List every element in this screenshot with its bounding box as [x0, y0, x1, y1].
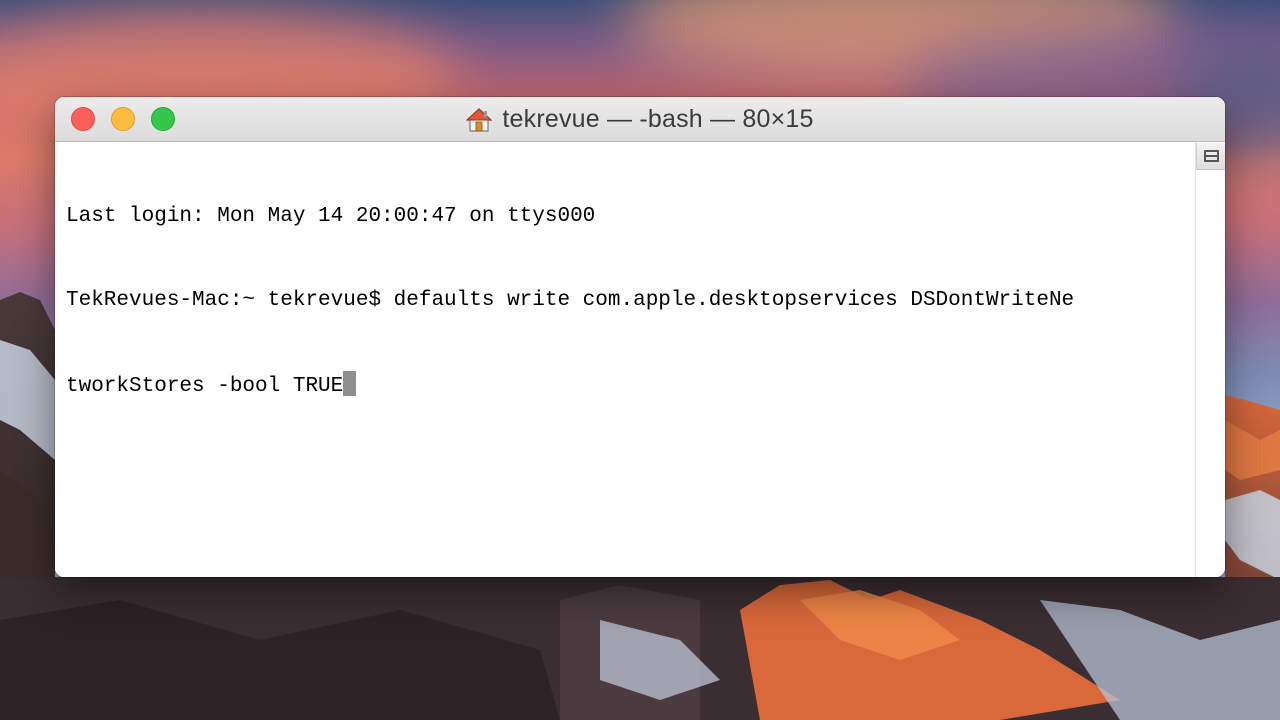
- split-pane-button[interactable]: [1196, 143, 1225, 170]
- terminal-line-text: tworkStores -bool TRUE: [66, 375, 344, 398]
- terminal-content[interactable]: Last login: Mon May 14 20:00:47 on ttys0…: [55, 142, 1195, 577]
- terminal-window[interactable]: tekrevue — -bash — 80×15 Last login: Mon…: [55, 97, 1225, 577]
- window-title-area: tekrevue — -bash — 80×15: [55, 97, 1225, 142]
- terminal-line: TekRevues-Mac:~ tekrevue$ defaults write…: [66, 289, 1075, 312]
- title-bar[interactable]: tekrevue — -bash — 80×15: [55, 97, 1225, 142]
- window-title: tekrevue — -bash — 80×15: [502, 105, 814, 133]
- home-icon: [466, 107, 493, 132]
- terminal-output: Last login: Mon May 14 20:00:47 on ttys0…: [66, 147, 1074, 455]
- terminal-line-last: tworkStores -bool TRUE: [66, 371, 1074, 399]
- text-cursor: [343, 371, 357, 396]
- split-pane-icon: [1203, 150, 1219, 162]
- scrollbar-track[interactable]: [1195, 142, 1225, 577]
- terminal-line: Last login: Mon May 14 20:00:47 on ttys0…: [66, 205, 596, 228]
